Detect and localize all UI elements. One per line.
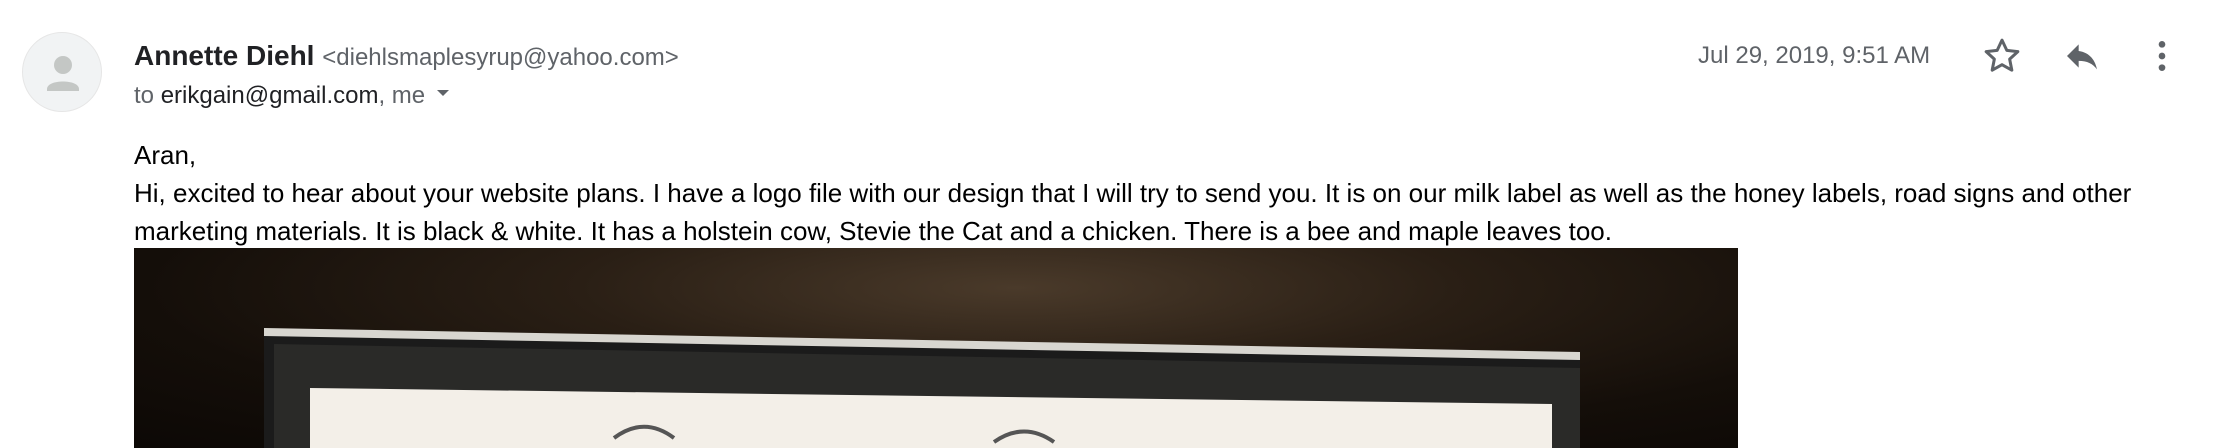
message-date: Jul 29, 2019, 9:51 AM <box>1698 42 1931 69</box>
sender-avatar[interactable] <box>22 32 102 112</box>
person-icon <box>47 56 79 91</box>
recipient-primary: erikgain@gmail.com <box>160 82 379 109</box>
recipients-line: to erikgain@gmail.com, me <box>134 80 453 112</box>
reply-icon <box>2067 44 2097 70</box>
label-photo-image <box>264 328 1580 448</box>
to-label: to <box>134 82 155 109</box>
message-paragraph: Hi, excited to hear about your website p… <box>134 178 2132 246</box>
message-greeting: Aran, <box>134 140 197 170</box>
sender-line: Annette Diehl <diehlsmaplesyrup@yahoo.co… <box>134 38 679 76</box>
reply-button[interactable] <box>2058 32 2106 80</box>
message-body: Aran, Hi, excited to hear about your web… <box>134 136 2194 250</box>
recipient-others: , me <box>378 82 426 109</box>
show-details-button[interactable] <box>433 80 453 112</box>
attached-photo[interactable] <box>134 248 1738 448</box>
sender-name[interactable]: Annette Diehl <box>134 40 314 71</box>
star-outline-icon <box>1984 38 2020 72</box>
more-options-button[interactable] <box>2138 32 2186 80</box>
sender-email: <diehlsmaplesyrup@yahoo.com> <box>322 44 679 71</box>
star-button[interactable] <box>1978 32 2026 80</box>
more-vert-icon <box>2158 41 2166 71</box>
caret-down-icon <box>437 90 450 96</box>
